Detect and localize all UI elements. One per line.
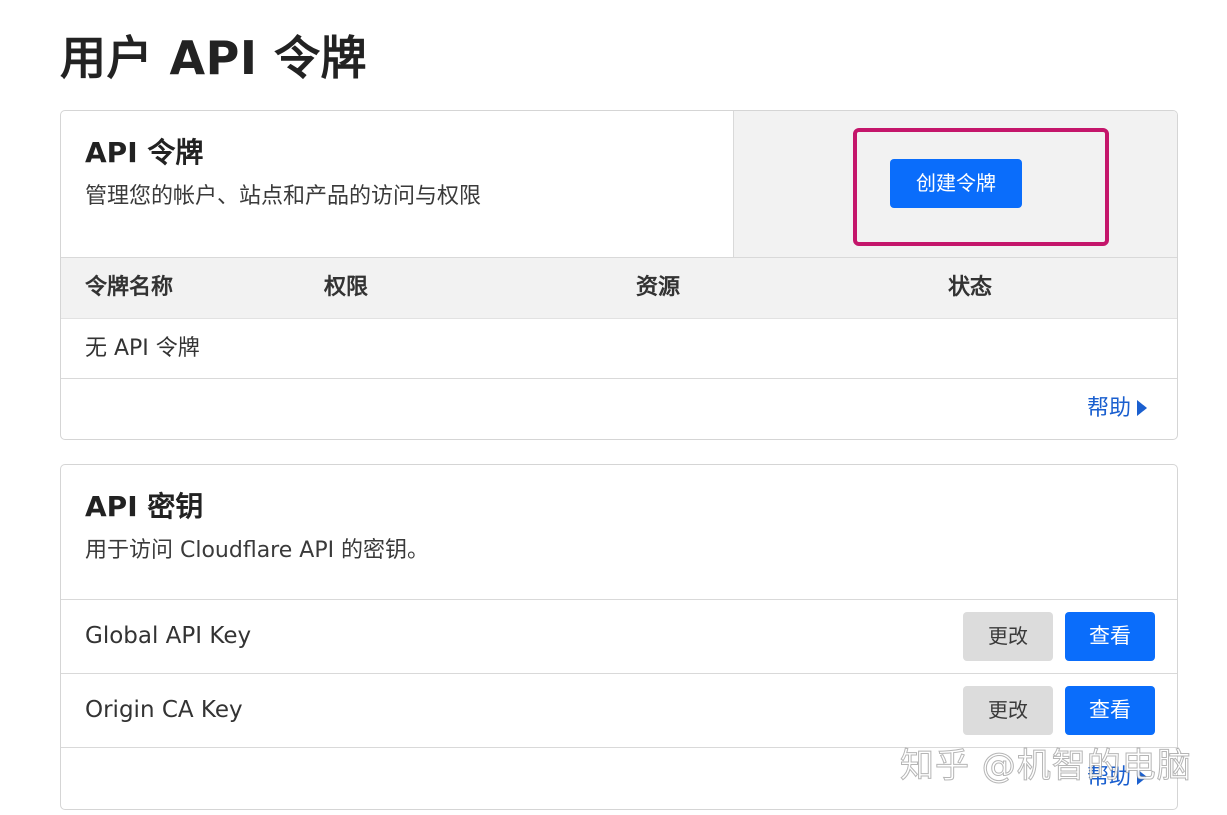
view-origin-ca-key-button[interactable]: 查看	[1065, 686, 1155, 735]
api-key-row-global: Global API Key 更改 查看	[61, 600, 1177, 674]
api-keys-title: API 密钥	[85, 490, 204, 523]
api-tokens-help-link[interactable]: 帮助	[1087, 379, 1147, 439]
column-header-token-name: 令牌名称	[85, 275, 174, 300]
api-tokens-card: API 令牌 管理您的帐户、站点和产品的访问与权限 创建令牌 令牌名称 权限 资…	[60, 110, 1178, 440]
api-key-name: Global API Key	[85, 623, 252, 649]
api-tokens-title: API 令牌	[85, 136, 204, 169]
api-key-name: Origin CA Key	[85, 697, 243, 723]
caret-right-icon	[1137, 769, 1147, 785]
create-token-button[interactable]: 创建令牌	[890, 159, 1022, 208]
column-header-permissions: 权限	[324, 275, 369, 300]
api-tokens-header: API 令牌 管理您的帐户、站点和产品的访问与权限 创建令牌	[61, 111, 1177, 258]
api-keys-description: 用于访问 Cloudflare API 的密钥。	[85, 538, 430, 563]
caret-right-icon	[1137, 400, 1147, 416]
column-header-status: 状态	[948, 275, 993, 300]
change-origin-ca-key-button[interactable]: 更改	[963, 686, 1053, 735]
view-global-key-button[interactable]: 查看	[1065, 612, 1155, 661]
api-tokens-description: 管理您的帐户、站点和产品的访问与权限	[85, 184, 482, 209]
help-link-label: 帮助	[1086, 396, 1131, 421]
api-keys-help-link[interactable]: 帮助	[1087, 748, 1147, 808]
change-global-key-button[interactable]: 更改	[963, 612, 1053, 661]
tokens-empty-state: 无 API 令牌	[61, 319, 1177, 379]
api-keys-card: API 密钥 用于访问 Cloudflare API 的密钥。 Global A…	[60, 464, 1178, 810]
column-header-resources: 资源	[636, 275, 681, 300]
api-tokens-header-text: API 令牌 管理您的帐户、站点和产品的访问与权限	[61, 111, 733, 257]
page-title: 用户 API 令牌	[60, 31, 367, 85]
api-keys-footer: 帮助	[61, 748, 1177, 808]
tokens-table-header: 令牌名称 权限 资源 状态	[61, 258, 1177, 319]
help-link-label: 帮助	[1086, 765, 1131, 790]
api-keys-header: API 密钥 用于访问 Cloudflare API 的密钥。	[61, 465, 1177, 600]
api-key-row-origin-ca: Origin CA Key 更改 查看	[61, 674, 1177, 748]
api-tokens-actions: 创建令牌	[733, 111, 1177, 257]
api-tokens-footer: 帮助	[61, 379, 1177, 439]
